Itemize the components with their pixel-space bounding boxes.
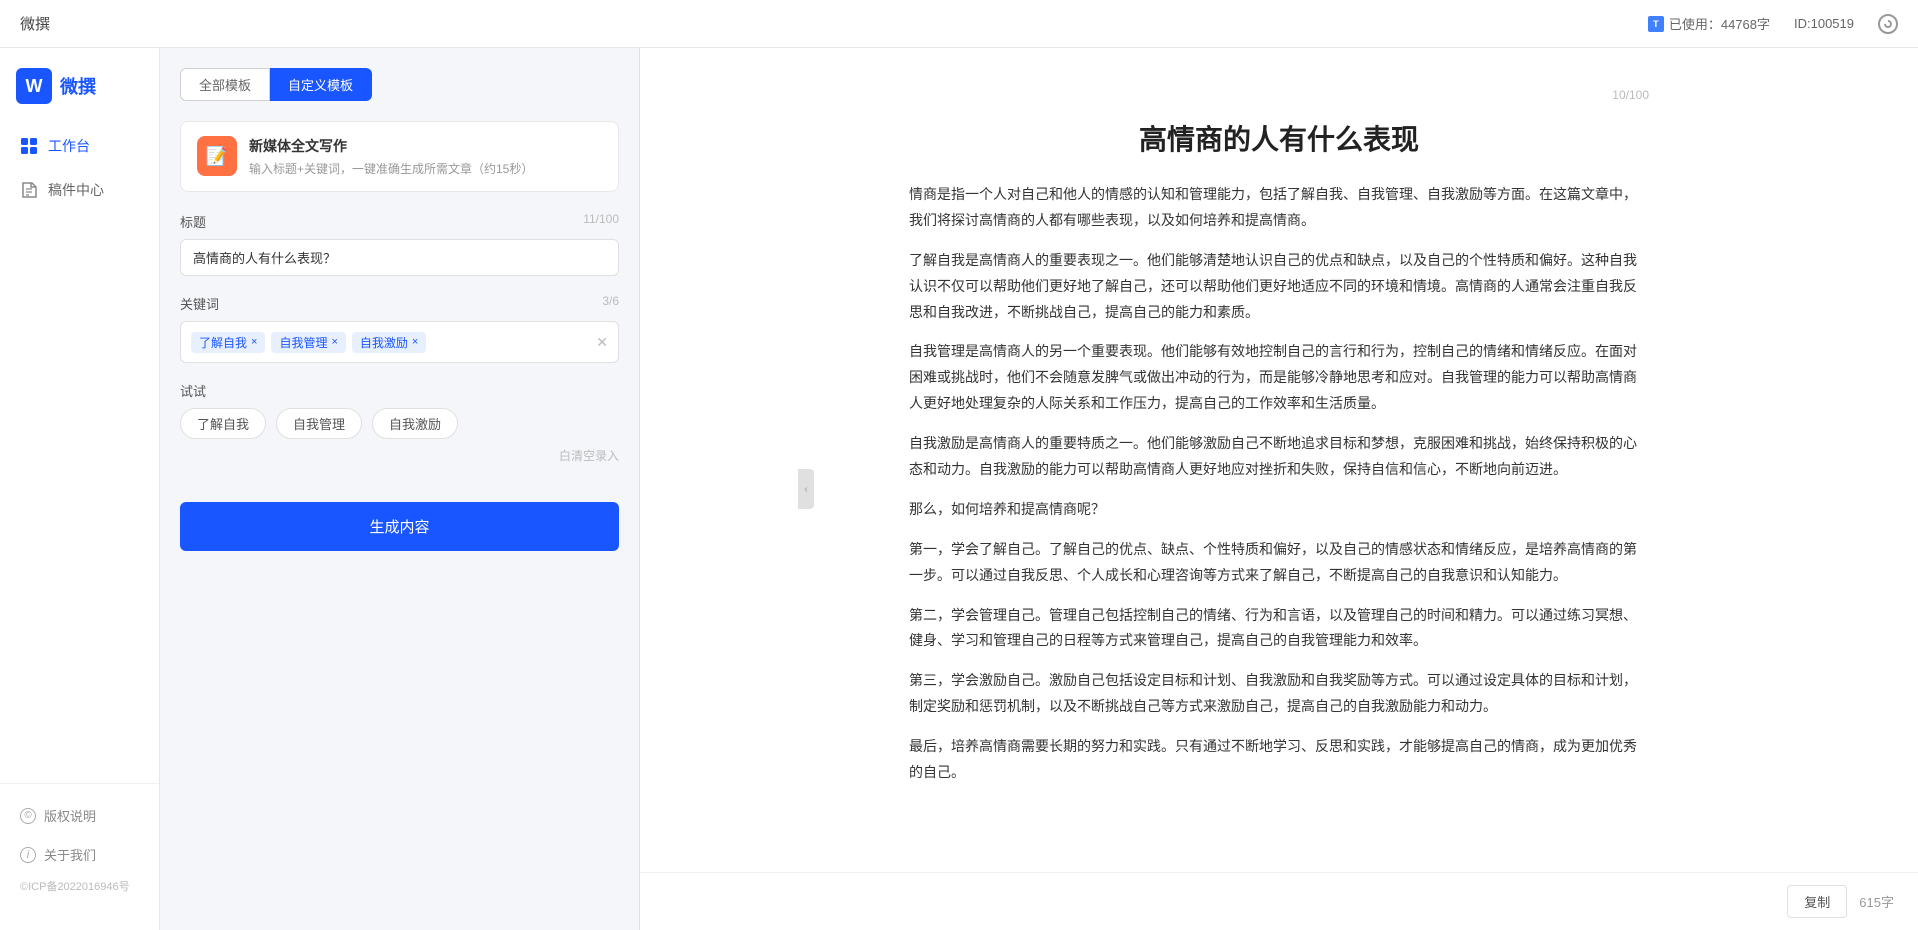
copyright-label: 版权说明: [44, 806, 96, 825]
preview-body: 情商是指一个人对自己和他人的情感的认知和管理能力，包括了解自我、自我管理、自我激…: [909, 182, 1649, 786]
keyword-tag-3[interactable]: 自我激励 ×: [352, 332, 426, 353]
keyword-tag-2[interactable]: 自我管理 ×: [271, 332, 345, 353]
topbar-left: 微撰: [20, 13, 50, 34]
usage-label: 已使用：44768字: [1669, 14, 1770, 33]
info-icon: i: [20, 847, 36, 863]
logo-icon: W: [16, 68, 52, 104]
suggestion-chip-1[interactable]: 了解自我: [180, 408, 266, 439]
main-layout: W 微撰 工作台: [0, 48, 1918, 930]
preview-para-6: 第一，学会了解自己。了解自己的优点、缺点、个性特质和偏好，以及自己的情感状态和情…: [909, 537, 1649, 589]
preview-footer: 复制 615字: [640, 872, 1918, 930]
keyword-text-2: 自我管理: [279, 334, 327, 351]
sidebar-item-workbench-label: 工作台: [48, 136, 90, 156]
template-card: 📝 新媒体全文写作 输入标题+关键词，一键准确生成所需文章（约15秒）: [180, 121, 619, 192]
usage-icon: T: [1648, 16, 1664, 32]
sidebar-item-drafts-label: 稿件中心: [48, 180, 104, 200]
sidebar-item-workbench[interactable]: 工作台: [0, 124, 159, 168]
copy-button[interactable]: 复制: [1787, 885, 1847, 918]
preview-para-3: 自我管理是高情商人的另一个重要表现。他们能够有效地控制自己的言行和行为，控制自己…: [909, 339, 1649, 417]
sidebar-nav: 工作台 稿件中心: [0, 124, 159, 783]
tab-all-templates[interactable]: 全部模板: [180, 68, 270, 101]
suggestions-section: 试试 了解自我 自我管理 自我激励 白清空录入: [180, 381, 619, 464]
suggestions-list: 了解自我 自我管理 自我激励: [180, 408, 619, 439]
template-description: 输入标题+关键词，一键准确生成所需文章（约15秒）: [249, 160, 533, 177]
collapse-handle[interactable]: ‹: [798, 469, 814, 509]
preview-para-8: 第三，学会激励自己。激励自己包括设定目标和计划、自我激励和自我奖励等方式。可以通…: [909, 668, 1649, 720]
topbar-right: T 已使用：44768字 ID:100519: [1648, 14, 1898, 34]
title-input[interactable]: [180, 239, 619, 276]
preview-page-count: 10/100: [909, 88, 1649, 102]
topbar: 微撰 T 已使用：44768字 ID:100519: [0, 0, 1918, 48]
suggestion-chip-3[interactable]: 自我激励: [372, 408, 458, 439]
preview-title: 高情商的人有什么表现: [909, 118, 1649, 158]
suggestion-chip-2[interactable]: 自我管理: [276, 408, 362, 439]
usage-display: T 已使用：44768字: [1648, 14, 1770, 33]
sidebar-footer-copyright[interactable]: © 版权说明: [0, 796, 159, 835]
preview-para-1: 情商是指一个人对自己和他人的情感的认知和管理能力，包括了解自我、自我管理、自我激…: [909, 182, 1649, 234]
preview-panel: 10/100 高情商的人有什么表现 情商是指一个人对自己和他人的情感的认知和管理…: [640, 48, 1918, 930]
template-info: 新媒体全文写作 输入标题+关键词，一键准确生成所需文章（约15秒）: [249, 136, 533, 177]
suggestions-label: 试试: [180, 381, 619, 400]
logo-text: 微撰: [60, 73, 96, 99]
sidebar-footer: © 版权说明 i 关于我们 ©ICP备2022016946号: [0, 783, 159, 910]
keywords-label: 关键词: [180, 294, 219, 313]
user-id: ID:100519: [1794, 16, 1854, 31]
keyword-close-3[interactable]: ×: [412, 336, 418, 348]
keyword-clear-btn[interactable]: ✕: [596, 334, 608, 351]
title-group: 标题 11/100: [180, 212, 619, 276]
tab-custom-templates[interactable]: 自定义模板: [270, 68, 372, 101]
keywords-count: 3/6: [602, 294, 619, 313]
preview-content: 10/100 高情商的人有什么表现 情商是指一个人对自己和他人的情感的认知和管理…: [829, 48, 1729, 872]
workbench-icon: [20, 137, 38, 155]
preview-para-7: 第二，学会管理自己。管理自己包括控制自己的情绪、行为和言语，以及管理自己的时间和…: [909, 603, 1649, 655]
copyright-icon: ©: [20, 808, 36, 824]
clear-link[interactable]: 白清空录入: [180, 447, 619, 464]
about-label: 关于我们: [44, 845, 96, 864]
keywords-group: 关键词 3/6 了解自我 × 自我管理 × 自我激励 ×: [180, 294, 619, 363]
keyword-text-3: 自我激励: [360, 334, 408, 351]
form-panel: 全部模板 自定义模板 📝 新媒体全文写作 输入标题+关键词，一键准确生成所需文章…: [160, 48, 640, 930]
preview-para-9: 最后，培养高情商需要长期的努力和实践。只有通过不断地学习、反思和实践，才能够提高…: [909, 734, 1649, 786]
power-button[interactable]: [1878, 14, 1898, 34]
template-emoji: 📝: [206, 146, 228, 167]
icp-text: ©ICP备2022016946号: [0, 874, 159, 898]
sidebar-footer-about[interactable]: i 关于我们: [0, 835, 159, 874]
title-label: 标题: [180, 212, 206, 231]
sidebar-item-drafts[interactable]: 稿件中心: [0, 168, 159, 212]
template-tabs: 全部模板 自定义模板: [180, 68, 619, 101]
word-count: 615字: [1859, 892, 1894, 911]
template-title: 新媒体全文写作: [249, 136, 533, 156]
preview-para-5: 那么，如何培养和提高情商呢？: [909, 497, 1649, 523]
title-count: 11/100: [583, 212, 619, 231]
topbar-title: 微撰: [20, 13, 50, 34]
sidebar: W 微撰 工作台: [0, 48, 160, 930]
preview-para-4: 自我激励是高情商人的重要特质之一。他们能够激励自己不断地追求目标和梦想，克服困难…: [909, 431, 1649, 483]
drafts-icon: [20, 181, 38, 199]
keyword-close-1[interactable]: ×: [251, 336, 257, 348]
keyword-close-2[interactable]: ×: [331, 336, 337, 348]
content-area: 全部模板 自定义模板 📝 新媒体全文写作 输入标题+关键词，一键准确生成所需文章…: [160, 48, 1918, 930]
template-card-icon: 📝: [197, 136, 237, 176]
preview-para-2: 了解自我是高情商人的重要表现之一。他们能够清楚地认识自己的优点和缺点，以及自己的…: [909, 248, 1649, 326]
logo-area: W 微撰: [0, 68, 159, 124]
keyword-tag-1[interactable]: 了解自我 ×: [191, 332, 265, 353]
keyword-box[interactable]: 了解自我 × 自我管理 × 自我激励 × ✕: [180, 321, 619, 363]
keyword-text-1: 了解自我: [199, 334, 247, 351]
generate-button[interactable]: 生成内容: [180, 502, 619, 551]
power-icon: [1882, 18, 1893, 29]
